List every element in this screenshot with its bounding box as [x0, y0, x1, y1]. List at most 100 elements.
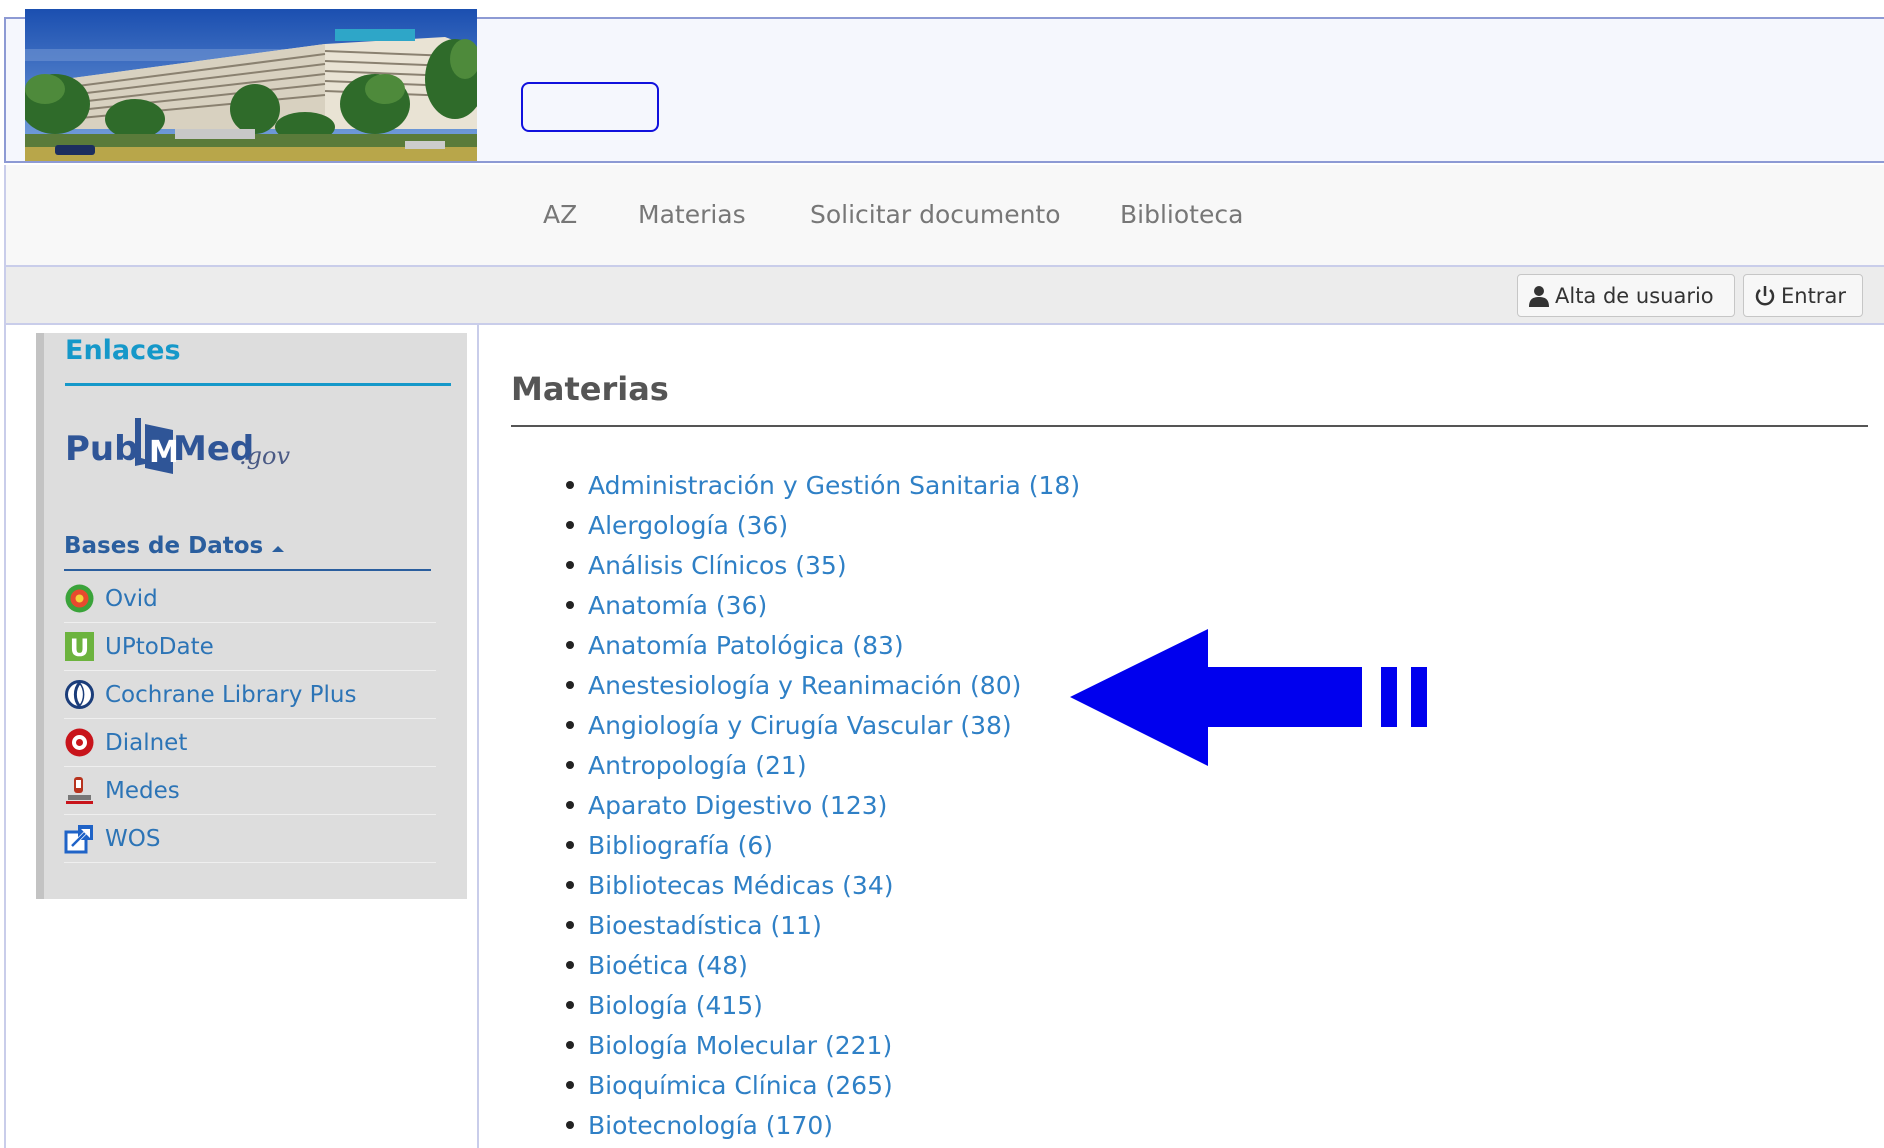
power-icon [1755, 285, 1775, 305]
page-title-rule [511, 425, 1868, 427]
medes-icon [66, 777, 93, 804]
bullet-icon [566, 1121, 574, 1129]
database-item-uptodate[interactable]: U UPtoDate [64, 623, 436, 671]
cochrane-icon [65, 680, 94, 709]
subject-item: Alergología (36) [566, 505, 1080, 545]
pubmed-logo: Pub M Med .gov [65, 418, 290, 474]
dialnet-icon [65, 728, 94, 757]
subject-item: Biología (415) [566, 985, 1080, 1025]
bullet-icon [566, 761, 574, 769]
databases-toggle[interactable]: Bases de Datos [64, 533, 285, 559]
subject-item: Biotecnología (170) [566, 1105, 1080, 1145]
database-label: Ovid [105, 585, 158, 612]
subject-item: Administración y Gestión Sanitaria (18) [566, 465, 1080, 505]
database-item-wos[interactable]: WOS [64, 815, 436, 863]
subject-list: Administración y Gestión Sanitaria (18) A… [566, 465, 1080, 1145]
subject-link[interactable]: Bibliografía (6) [588, 831, 773, 860]
subject-link[interactable]: Anatomía (36) [588, 591, 767, 620]
subject-item: Anatomía Patológica (83) [566, 625, 1080, 665]
database-item-cochrane[interactable]: Cochrane Library Plus [64, 671, 436, 719]
header-empty-box [521, 82, 659, 132]
nav-item-solicitar-documento[interactable]: Solicitar documento [810, 200, 1061, 229]
hospital-photo [25, 9, 477, 161]
subject-link[interactable]: Biotecnología (170) [588, 1111, 833, 1140]
subject-item: Bioética (48) [566, 945, 1080, 985]
subject-link[interactable]: Bioética (48) [588, 951, 748, 980]
sidebar-title: Enlaces [65, 335, 181, 366]
bullet-icon [566, 921, 574, 929]
subject-link[interactable]: Alergología (36) [588, 511, 788, 540]
database-label: Dialnet [105, 729, 188, 756]
subject-item: Anatomía (36) [566, 585, 1080, 625]
signup-button[interactable]: Alta de usuario [1517, 274, 1735, 317]
bullet-icon [566, 1081, 574, 1089]
left-border [4, 325, 6, 1148]
subject-link[interactable]: Anestesiología y Reanimación (80) [588, 671, 1021, 700]
signup-button-label: Alta de usuario [1555, 283, 1714, 308]
page: AZ Materias Solicitar documento Bibliote… [0, 0, 1884, 1148]
subject-link[interactable]: Antropología (21) [588, 751, 807, 780]
subject-link[interactable]: Anatomía Patológica (83) [588, 631, 904, 660]
databases-label: Bases de Datos [64, 533, 264, 559]
column-divider [477, 325, 479, 1148]
bullet-icon [566, 641, 574, 649]
subject-link[interactable]: Bioquímica Clínica (265) [588, 1071, 893, 1100]
nav-item-biblioteca[interactable]: Biblioteca [1120, 200, 1243, 229]
bullet-icon [566, 1001, 574, 1009]
svg-text:U: U [70, 634, 90, 662]
database-item-ovid[interactable]: Ovid [64, 575, 436, 623]
subject-item: Angiología y Cirugía Vascular (38) [566, 705, 1080, 745]
user-icon [1529, 285, 1549, 307]
page-title: Materias [511, 370, 669, 408]
subject-item: Análisis Clínicos (35) [566, 545, 1080, 585]
subject-item: Biología Molecular (221) [566, 1025, 1080, 1065]
pubmed-logo-gov: .gov [239, 442, 290, 470]
left-arrow-annotation [1070, 629, 1427, 766]
caret-up-icon [272, 546, 285, 552]
nav-item-materias[interactable]: Materias [638, 200, 746, 229]
database-label: UPtoDate [105, 633, 214, 660]
bullet-icon [566, 521, 574, 529]
subject-link[interactable]: Angiología y Cirugía Vascular (38) [588, 711, 1012, 740]
pubmed-logo-pub: Pub [65, 429, 138, 469]
database-item-dialnet[interactable]: Dialnet [64, 719, 436, 767]
subject-item: Bioestadística (11) [566, 905, 1080, 945]
nav-item-az[interactable]: AZ [543, 200, 577, 229]
bullet-icon [566, 881, 574, 889]
subject-link[interactable]: Biología Molecular (221) [588, 1031, 892, 1060]
subject-link[interactable]: Administración y Gestión Sanitaria (18) [588, 471, 1080, 500]
bullet-icon [566, 601, 574, 609]
pubmed-logo-link[interactable]: Pub M Med .gov [65, 410, 295, 482]
subject-item: Antropología (21) [566, 745, 1080, 785]
subject-item: Bibliotecas Médicas (34) [566, 865, 1080, 905]
bullet-icon [566, 561, 574, 569]
subject-link[interactable]: Biología (415) [588, 991, 763, 1020]
ovid-icon [65, 584, 94, 613]
navbar: AZ Materias Solicitar documento Bibliote… [4, 165, 1884, 267]
database-item-medes[interactable]: Medes [64, 767, 436, 815]
bullet-icon [566, 961, 574, 969]
login-button-label: Entrar [1781, 283, 1846, 308]
user-toolbar: Alta de usuario Entrar [4, 267, 1884, 325]
subject-link[interactable]: Bibliotecas Médicas (34) [588, 871, 894, 900]
databases-rule [64, 569, 431, 571]
subject-link[interactable]: Aparato Digestivo (123) [588, 791, 887, 820]
subject-link[interactable]: Bioestadística (11) [588, 911, 822, 940]
subject-item: Bibliografía (6) [566, 825, 1080, 865]
bullet-icon [566, 841, 574, 849]
bullet-icon [566, 1041, 574, 1049]
bullet-icon [566, 801, 574, 809]
database-label: Cochrane Library Plus [105, 681, 357, 708]
bullet-icon [566, 681, 574, 689]
sidebar-title-rule [65, 383, 451, 386]
login-button[interactable]: Entrar [1743, 274, 1863, 317]
subject-item: Anestesiología y Reanimación (80) [566, 665, 1080, 705]
bullet-icon [566, 481, 574, 489]
database-label: WOS [105, 825, 161, 852]
hospital-photo-image [25, 9, 477, 161]
bullet-icon [566, 721, 574, 729]
subject-link[interactable]: Análisis Clínicos (35) [588, 551, 847, 580]
subject-item: Bioquímica Clínica (265) [566, 1065, 1080, 1105]
external-link-icon [64, 825, 93, 854]
subject-item: Aparato Digestivo (123) [566, 785, 1080, 825]
